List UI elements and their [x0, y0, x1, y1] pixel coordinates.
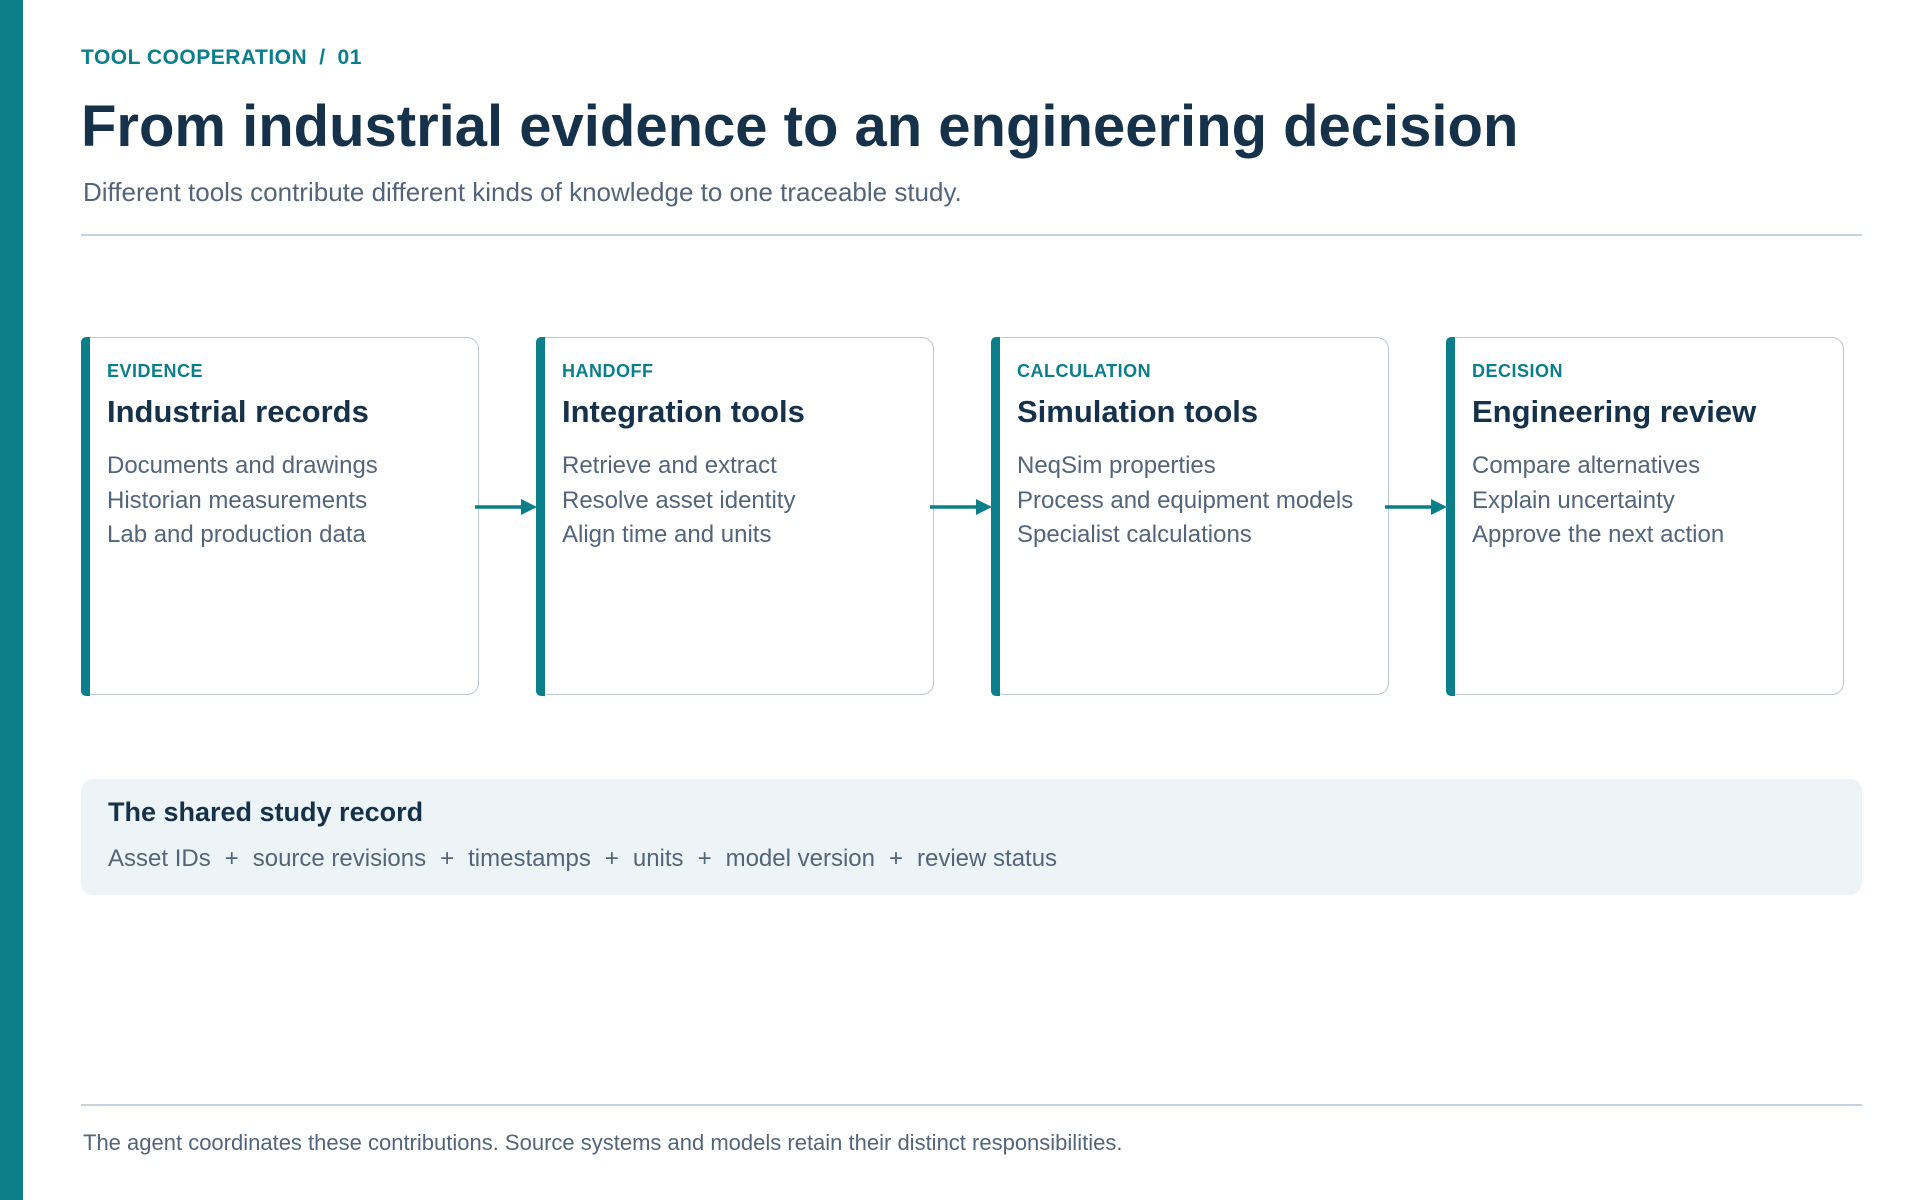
section-eyebrow: TOOL COOPERATION / 01: [81, 46, 362, 70]
record-item: units: [632, 845, 684, 872]
page-subtitle: Different tools contribute different kin…: [83, 177, 962, 207]
stage-card-evidence: EVIDENCE Industrial records Documents an…: [81, 336, 479, 696]
record-item: source revisions: [252, 845, 427, 872]
record-item: Asset IDs: [108, 845, 211, 872]
eyebrow-section: TOOL COOPERATION: [81, 46, 308, 69]
left-accent-bar: [0, 0, 23, 1200]
stage-item: Historian measurements: [107, 486, 368, 514]
plus-separator: +: [604, 845, 619, 872]
stage-item-list: Retrieve and extract Resolve asset ident…: [562, 449, 912, 553]
stage-label: HANDOFF: [562, 361, 654, 381]
stage-card-calculation: CALCULATION Simulation tools NeqSim prop…: [991, 336, 1389, 696]
flow-arrow-icon: [475, 499, 537, 515]
stage-item: Align time and units: [562, 521, 772, 548]
plus-separator: +: [697, 845, 712, 872]
stage-title: Industrial records: [107, 394, 369, 429]
stage-item-list: Compare alternatives Explain uncertainty…: [1472, 449, 1822, 553]
stage-item-list: NeqSim properties Process and equipment …: [1017, 449, 1367, 553]
stage-item: Compare alternatives: [1472, 452, 1701, 479]
header-divider: [81, 234, 1862, 236]
stage-stripe: [1446, 336, 1455, 696]
stage-title: Integration tools: [562, 394, 805, 429]
stage-card-decision: DECISION Engineering review Compare alte…: [1446, 336, 1844, 696]
stage-title: Engineering review: [1472, 394, 1757, 429]
stage-item: NeqSim properties: [1017, 452, 1216, 479]
stage-item-list: Documents and drawings Historian measure…: [107, 449, 457, 553]
flow-arrow-icon: [930, 499, 992, 515]
flow-arrow-icon: [1385, 499, 1447, 515]
plus-separator: +: [888, 845, 903, 872]
stage-card-handoff: HANDOFF Integration tools Retrieve and e…: [536, 336, 934, 696]
eyebrow-separator: /: [319, 46, 326, 69]
stage-label: CALCULATION: [1017, 361, 1152, 381]
stage-item: Specialist calculations: [1017, 521, 1252, 548]
stage-stripe: [536, 336, 545, 696]
shared-study-record-panel: The shared study record Asset IDs + source…: [81, 779, 1862, 895]
stage-stripe: [991, 336, 1000, 696]
page-title: From industrial evidence to an engineeri…: [81, 94, 1519, 159]
plus-separator: +: [224, 845, 239, 872]
stage-item: Explain uncertainty: [1472, 486, 1675, 514]
footer-divider: [81, 1104, 1862, 1106]
footer-note: The agent coordinates these contribution…: [83, 1130, 1123, 1155]
stage-label: DECISION: [1472, 361, 1564, 381]
stage-item: Resolve asset identity: [562, 486, 796, 514]
stage-item: Approve the next action: [1472, 521, 1725, 548]
record-item: review status: [917, 845, 1058, 872]
record-item: model version: [725, 845, 875, 872]
stage-item: Lab and production data: [107, 521, 366, 548]
stage-item: Retrieve and extract: [562, 452, 777, 479]
stage-label: EVIDENCE: [107, 361, 204, 381]
record-item: timestamps: [468, 845, 591, 872]
eyebrow-number: 01: [337, 46, 362, 69]
stage-item: Documents and drawings: [107, 452, 378, 479]
plus-separator: +: [440, 845, 455, 872]
stage-title: Simulation tools: [1017, 394, 1259, 429]
stage-item: Process and equipment models: [1017, 486, 1354, 514]
shared-record-items: Asset IDs + source revisions + timestamps + un…: [108, 845, 1057, 873]
stage-stripe: [81, 336, 90, 696]
shared-record-title: The shared study record: [108, 797, 424, 827]
